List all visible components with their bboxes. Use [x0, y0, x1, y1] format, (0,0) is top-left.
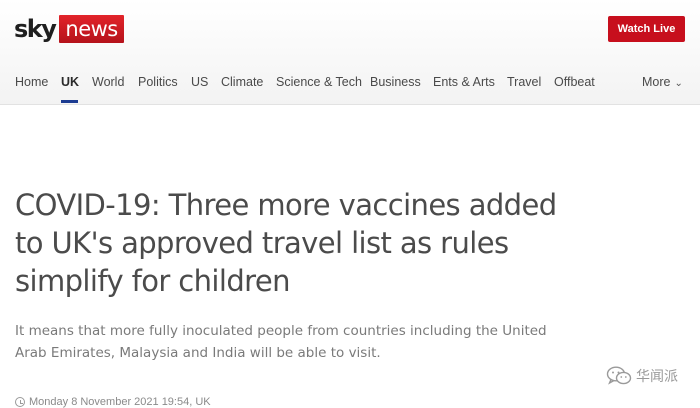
wechat-icon — [606, 366, 632, 385]
article-headline: COVID-19: Three more vaccines added to U… — [15, 188, 557, 298]
timestamp-text: Monday 8 November 2021 19:54, UK — [29, 396, 211, 408]
article-standfirst: It means that more fully inoculated peop… — [15, 323, 547, 361]
nav-item-climate[interactable]: Climate — [221, 74, 263, 90]
logo-news-text: news — [59, 15, 124, 43]
logo-sky-text: sky — [14, 15, 57, 43]
nav-item-business[interactable]: Business — [370, 74, 421, 90]
chevron-down-icon: ⌄ — [674, 78, 683, 89]
nav-item-us[interactable]: US — [191, 74, 208, 90]
watch-live-button[interactable]: Watch Live — [608, 16, 685, 42]
nav-item-politics[interactable]: Politics — [138, 74, 178, 90]
active-nav-indicator — [61, 100, 78, 103]
masthead: sky news Watch Live Home UK World Politi… — [0, 0, 700, 105]
watermark: 华闻派 — [606, 366, 678, 386]
article-timestamp: Monday 8 November 2021 19:54, UK — [15, 395, 211, 408]
nav-item-ents-arts[interactable]: Ents & Arts — [433, 74, 495, 90]
nav-item-home[interactable]: Home — [15, 74, 48, 90]
nav-item-uk[interactable]: UK — [61, 74, 79, 90]
nav-more-label: More — [642, 75, 671, 89]
nav-more-menu[interactable]: More ⌄ — [642, 74, 683, 92]
sky-news-logo[interactable]: sky news — [14, 15, 124, 43]
main-nav: Home UK World Politics US Climate Scienc… — [0, 70, 700, 105]
nav-item-science-tech[interactable]: Science & Tech — [276, 74, 362, 90]
clock-icon — [15, 397, 25, 407]
nav-item-world[interactable]: World — [92, 74, 124, 90]
nav-item-travel[interactable]: Travel — [507, 74, 541, 90]
nav-item-offbeat[interactable]: Offbeat — [554, 74, 595, 90]
watermark-text: 华闻派 — [636, 369, 678, 385]
